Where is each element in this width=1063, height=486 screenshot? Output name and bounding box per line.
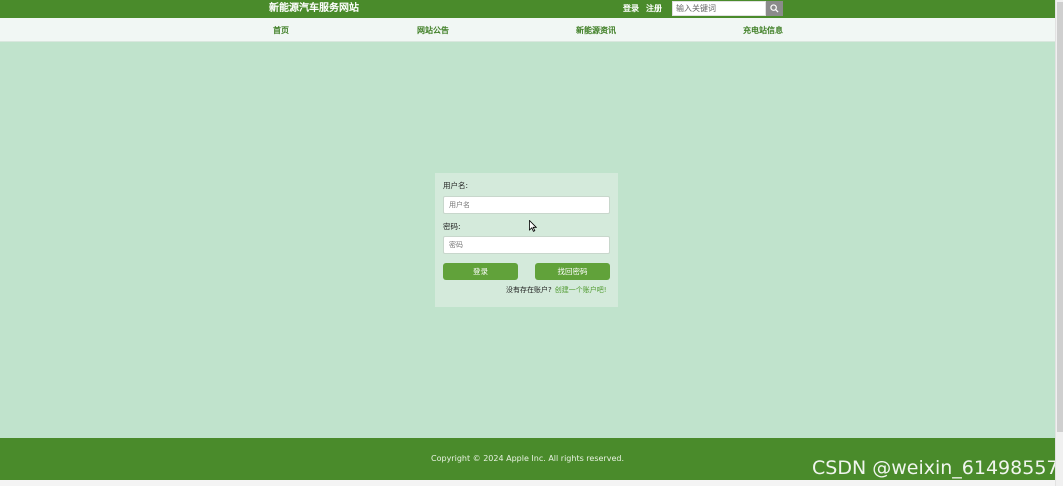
login-button[interactable]: 登录 <box>443 263 518 280</box>
no-account-text: 没有存在账户? <box>506 286 552 294</box>
search-bar <box>672 1 783 16</box>
search-input[interactable] <box>672 1 766 16</box>
search-icon <box>770 4 779 13</box>
password-input[interactable] <box>443 236 610 254</box>
register-link[interactable]: 注册 <box>646 3 662 15</box>
scrollbar-thumb[interactable] <box>1057 2 1063 432</box>
nav-item-home[interactable]: 首页 <box>273 25 289 37</box>
nav-item-news[interactable]: 新能源资讯 <box>576 25 616 37</box>
mouse-cursor-icon <box>529 220 537 232</box>
signup-prompt: 没有存在账户? 创建一个账户吧! <box>506 285 607 295</box>
site-title: 新能源汽车服务网站 <box>269 3 359 14</box>
bottom-strip <box>0 480 1055 486</box>
vertical-scrollbar[interactable] <box>1055 0 1063 486</box>
password-label: 密码: <box>443 222 461 231</box>
main-nav: 首页 网站公告 新能源资讯 充电站信息 <box>0 18 1055 42</box>
forgot-password-button[interactable]: 找回密码 <box>535 263 610 280</box>
create-account-link[interactable]: 创建一个账户吧! <box>555 286 607 294</box>
nav-item-announcements[interactable]: 网站公告 <box>417 25 449 37</box>
nav-item-charging-stations[interactable]: 充电站信息 <box>743 25 783 37</box>
login-form: 用户名: 密码: 登录 找回密码 没有存在账户?创建一个账户吧! <box>435 173 618 307</box>
username-label: 用户名: <box>443 181 469 190</box>
username-input[interactable] <box>443 196 610 214</box>
watermark: CSDN @weixin_61498557 <box>812 457 1059 479</box>
search-button[interactable] <box>766 1 783 16</box>
top-bar: 新能源汽车服务网站 登录 注册 <box>0 0 1055 18</box>
login-link[interactable]: 登录 <box>623 3 639 15</box>
